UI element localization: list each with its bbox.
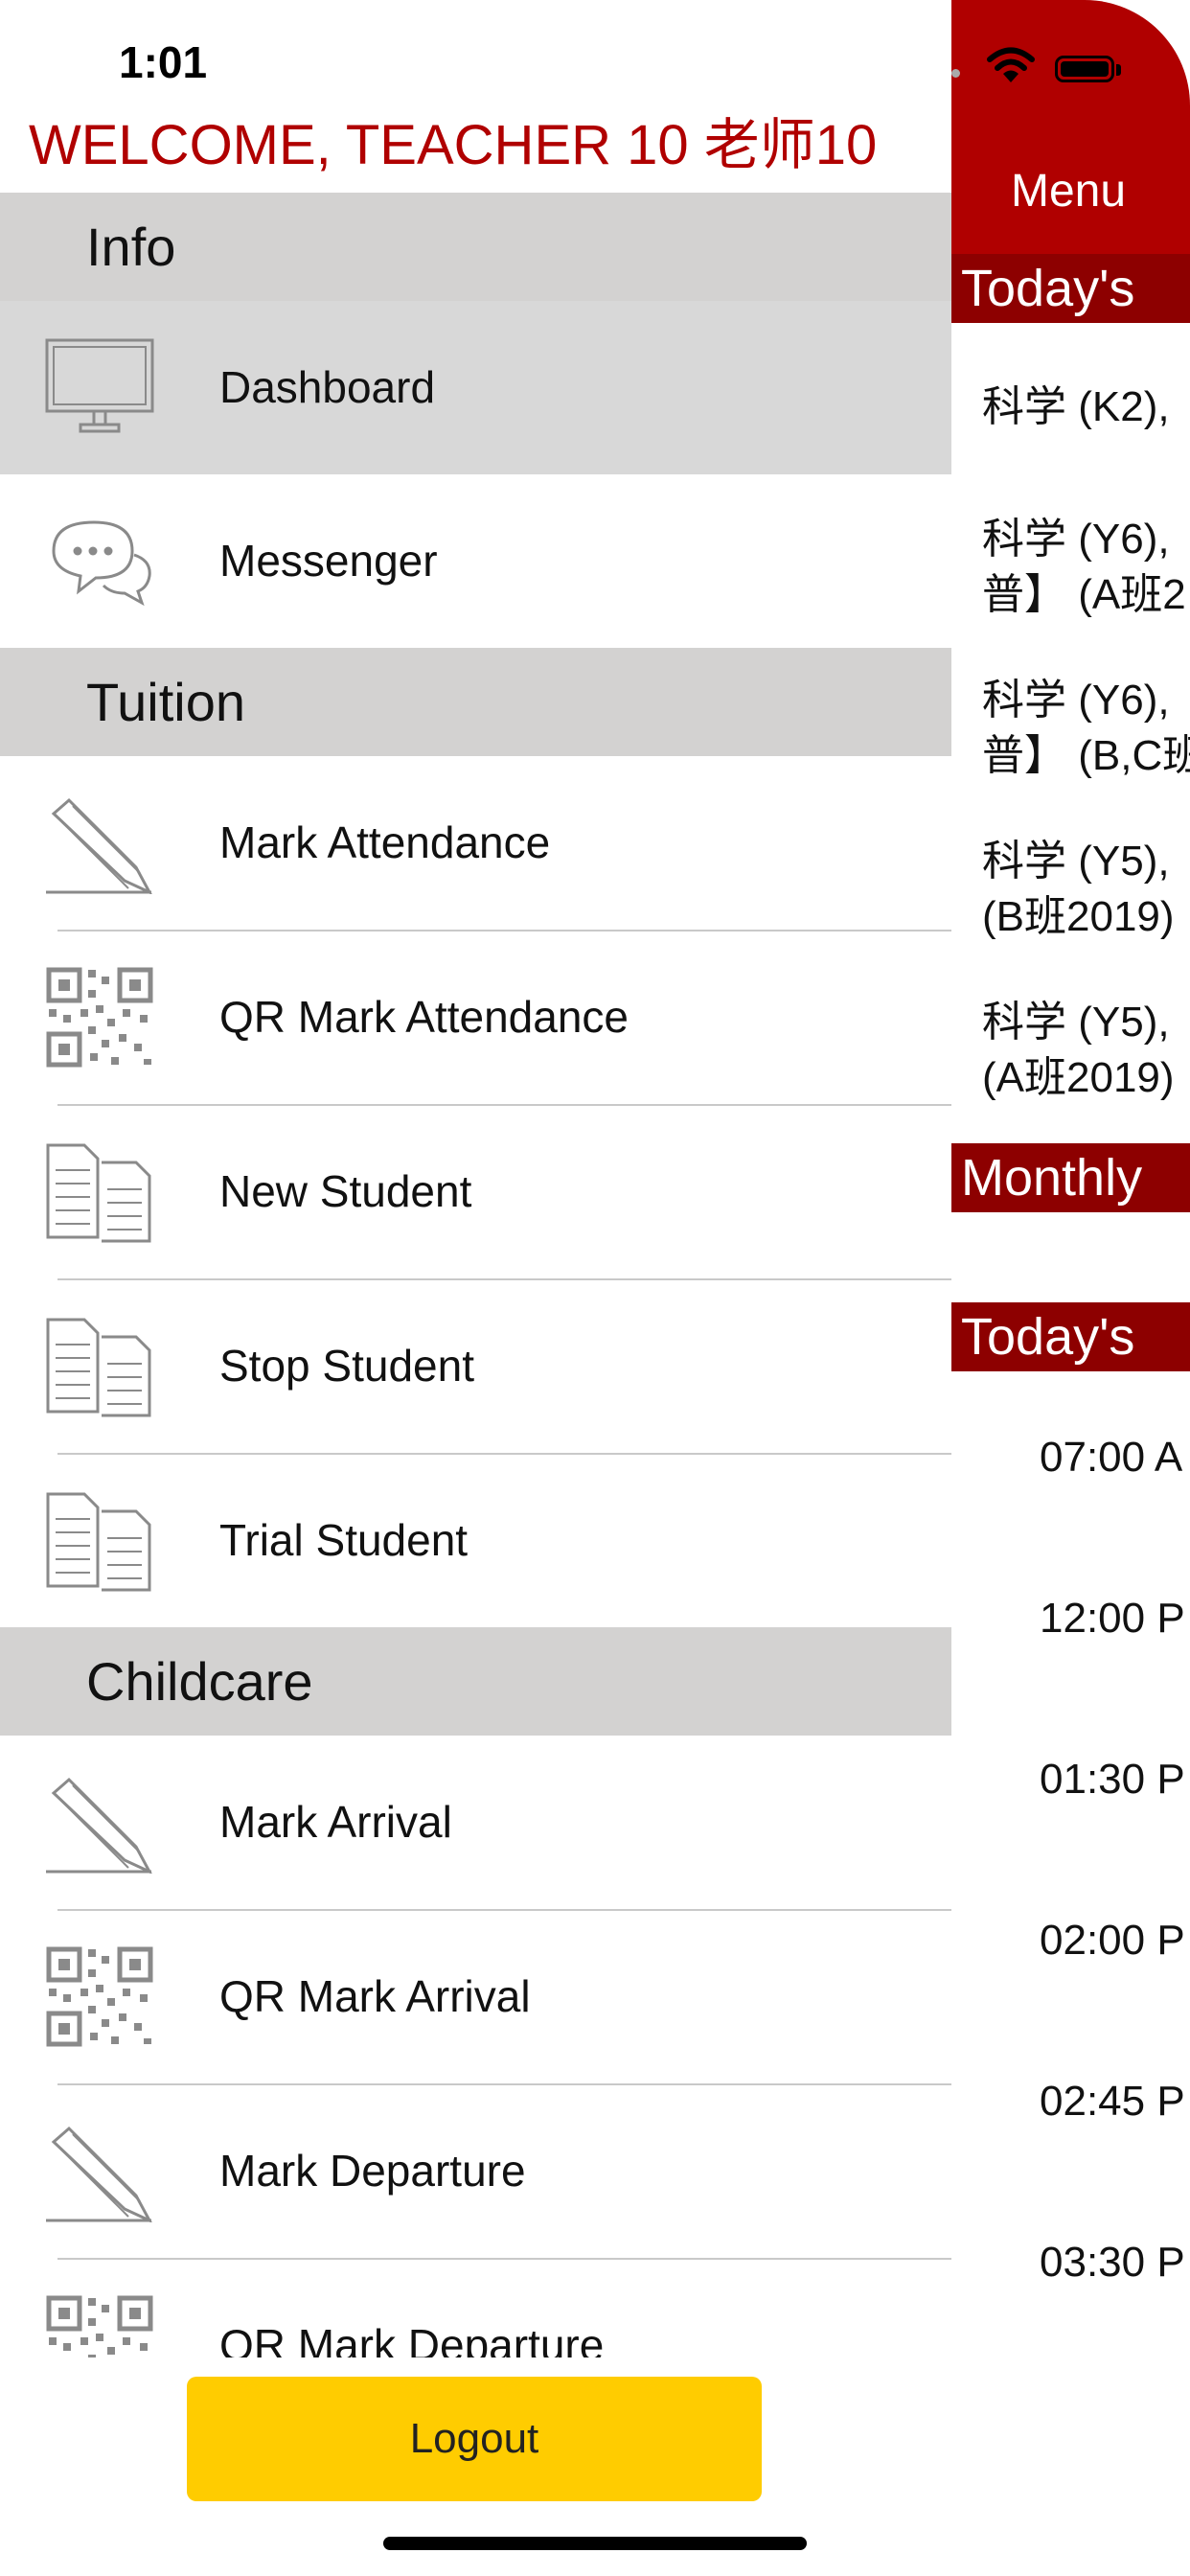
battery-icon <box>1055 56 1114 82</box>
menu-item-qr-mark-arrival[interactable]: QR Mark Arrival <box>0 1910 951 2083</box>
pencil-icon <box>46 2126 152 2222</box>
class-item[interactable]: 科学 (Y6), 普】 (B,C班 <box>982 673 1190 784</box>
menu-item-new-student[interactable]: New Student <box>0 1105 951 1278</box>
dashboard-header: Menu <box>951 0 1190 254</box>
qr-code-icon <box>46 1946 153 2047</box>
menu-button[interactable]: Menu <box>1011 165 1126 218</box>
class-item[interactable]: 科学 (Y5), (A班2019) <box>982 995 1190 1106</box>
schedule-time: 07:00 A <box>1040 1434 1183 1481</box>
pencil-icon <box>46 797 152 894</box>
menu-item-mark-attendance[interactable]: Mark Attendance <box>0 756 951 930</box>
schedule-time: 02:00 P <box>1040 1917 1185 1964</box>
menu-item-mark-departure[interactable]: Mark Departure <box>0 2084 951 2258</box>
menu-item-mark-arrival[interactable]: Mark Arrival <box>0 1736 951 1909</box>
wifi-icon <box>987 47 1035 82</box>
menu-item-qr-mark-attendance[interactable]: QR Mark Attendance <box>0 931 951 1104</box>
status-icons <box>913 46 1190 88</box>
welcome-text: WELCOME, TEACHER 10 老师10 <box>29 114 878 176</box>
schedule-time: 12:00 P <box>1040 1595 1185 1642</box>
pencil-icon <box>46 1777 152 1874</box>
status-time: 1:01 <box>119 37 208 87</box>
class-item[interactable]: 科学 (Y6), 普】 (A班2 <box>982 512 1190 623</box>
todays-schedule-header: Today's <box>951 1302 1190 1371</box>
section-info: Info <box>0 193 951 301</box>
chat-bubbles-icon <box>52 520 151 607</box>
monthly-header: Monthly <box>951 1143 1190 1212</box>
logout-button[interactable]: Logout <box>187 2377 762 2501</box>
menu-item-dashboard[interactable]: Dashboard <box>0 301 951 474</box>
menu-item-messenger[interactable]: Messenger <box>0 474 951 648</box>
documents-icon <box>46 1492 151 1592</box>
side-drawer: 1:01 WELCOME, TEACHER 10 老师10 Info Dashb… <box>0 0 951 2576</box>
home-indicator[interactable] <box>383 2537 807 2550</box>
section-tuition: Tuition <box>0 648 951 756</box>
menu-item-stop-student[interactable]: Stop Student <box>0 1279 951 1453</box>
documents-icon <box>46 1318 151 1417</box>
class-item[interactable]: 科学 (Y5), (B班2019) <box>982 834 1190 945</box>
dashboard-panel: Menu Today's 科学 (K2), 科学 (Y6), 普】 (A班2 科… <box>951 0 1190 2576</box>
schedule-time: 02:45 P <box>1040 2078 1185 2125</box>
documents-icon <box>46 1143 151 1243</box>
schedule-time: 03:30 P <box>1040 2239 1185 2286</box>
menu-item-trial-student[interactable]: Trial Student <box>0 1454 951 1627</box>
class-item[interactable]: 科学 (K2), <box>982 380 1190 435</box>
qr-code-icon <box>46 967 153 1068</box>
todays-classes-header: Today's <box>951 254 1190 323</box>
section-childcare: Childcare <box>0 1627 951 1736</box>
monitor-icon <box>45 338 154 433</box>
schedule-time: 01:30 P <box>1040 1756 1185 1803</box>
